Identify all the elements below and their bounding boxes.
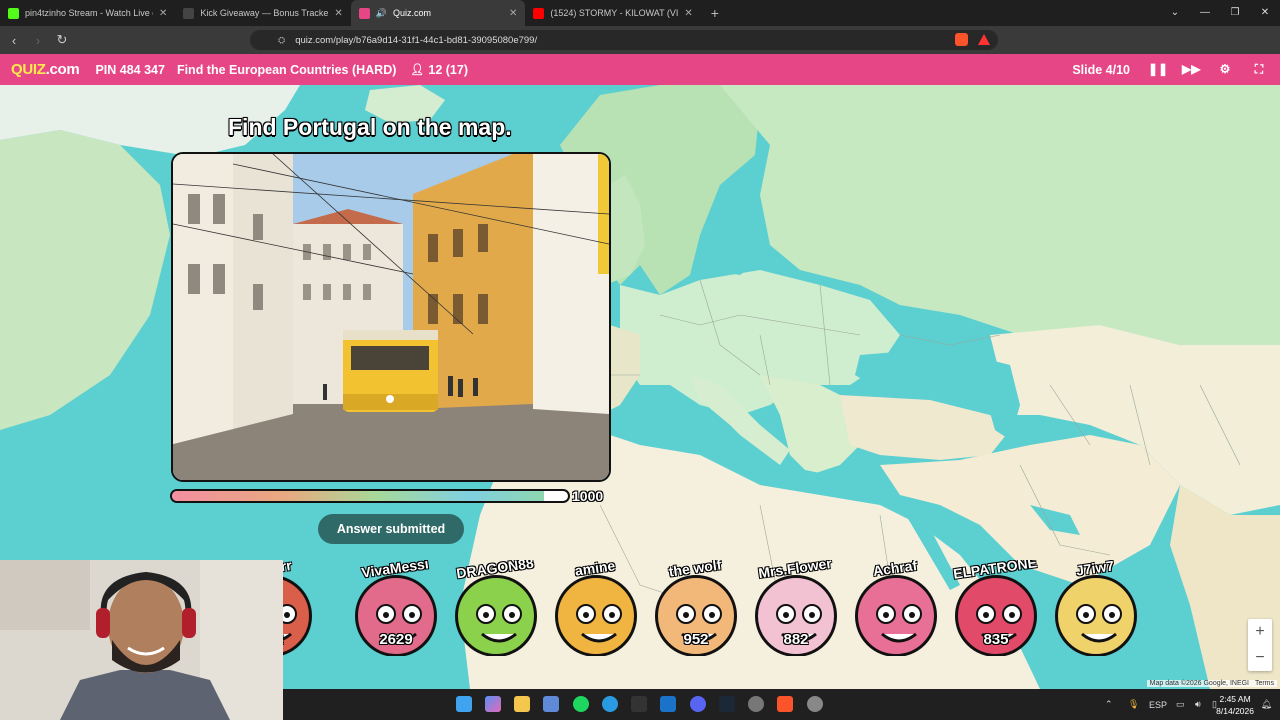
player-avatars-row: rrrrrrrr322 VivaMessi2629DRAGON88aminethe… — [283, 560, 1163, 656]
close-tab-icon[interactable]: ✕ — [159, 8, 167, 19]
zoom-in-button[interactable]: + — [1248, 619, 1272, 645]
address-toolbar: ‹ › ↻ ⌑ ⛭ quiz.com/play/b76a9d14-31f1-44… — [0, 26, 1280, 69]
game-pin: PIN 484 347 — [95, 62, 165, 77]
epic-games-icon[interactable] — [631, 696, 647, 712]
url-text: quiz.com/play/b76a9d14-31f1-44c1-bd81-39… — [295, 34, 538, 46]
tab-title: pin4tzinho Stream - Watch Live on Kick — [25, 8, 153, 18]
steam-icon[interactable] — [719, 696, 735, 712]
tab-kick-giveaway[interactable]: Kick Giveaway — Bonus Tracker | Bon ✕ — [175, 0, 350, 26]
player-avatar: the wolf 952 — [650, 560, 740, 656]
url-bar[interactable]: ⛭ quiz.com/play/b76a9d14-31f1-44c1-bd81-… — [250, 30, 998, 50]
new-tab-button[interactable]: + — [701, 5, 729, 21]
question-text: Find Portugal on the map. — [228, 114, 512, 140]
close-tab-icon[interactable]: ✕ — [509, 8, 517, 19]
player-avatar: amine — [550, 560, 640, 656]
map-zoom-control: + − — [1248, 619, 1272, 671]
brave-icon[interactable] — [777, 696, 793, 712]
close-window-button[interactable]: ✕ — [1250, 0, 1280, 26]
windows-start-icon[interactable] — [456, 696, 472, 712]
close-tab-icon[interactable]: ✕ — [684, 8, 692, 19]
tab-search-icon[interactable]: ⌄ — [1160, 0, 1190, 26]
brave-shields-icon[interactable] — [955, 33, 968, 46]
streamer-webcam-image — [0, 560, 283, 720]
volume-icon[interactable]: 🔊︎ — [1195, 689, 1201, 720]
webcam-overlay — [0, 560, 283, 720]
zoom-out-button[interactable]: − — [1248, 645, 1272, 671]
edge-icon[interactable] — [602, 696, 618, 712]
kick-favicon-icon — [183, 7, 195, 19]
timer-bar — [170, 489, 570, 503]
youtube-favicon-icon — [533, 7, 545, 19]
player-points: 835 — [983, 631, 1009, 648]
player-avatar: rrrrrrrr322 — [283, 560, 315, 656]
browser-tab-strip: pin4tzinho Stream - Watch Live on Kick ✕… — [0, 0, 1280, 26]
answer-status-badge: Answer submitted — [318, 514, 464, 544]
close-tab-icon[interactable]: ✕ — [334, 8, 342, 19]
tab-title: Quiz.com — [393, 8, 432, 18]
avatar-face — [555, 575, 637, 656]
discord-icon[interactable] — [690, 696, 706, 712]
player-avatar: J7iw7 — [1050, 560, 1140, 656]
player-avatar: VivaMessi 2629 — [350, 560, 440, 656]
settings-gear-icon[interactable]: ⚙ — [1216, 62, 1234, 77]
player-count: 👤︎ 12 (17) — [410, 62, 468, 77]
kick-favicon-icon — [8, 7, 19, 19]
reload-icon[interactable]: ↻ — [52, 32, 72, 48]
photo-illustration — [173, 154, 609, 480]
outlook-icon[interactable] — [660, 696, 676, 712]
settings-icon[interactable] — [807, 696, 823, 712]
tab-quiz[interactable]: 🔊 Quiz.com ✕ — [350, 0, 526, 26]
chrome-icon[interactable] — [748, 696, 764, 712]
taskbar-clock[interactable]: 2:45 AM 8/14/2026 — [1216, 693, 1254, 717]
site-info-icon[interactable]: ⛭ — [278, 35, 285, 46]
avatar-face — [1055, 575, 1137, 656]
score-value: 1000 — [572, 488, 604, 504]
minimize-button[interactable]: — — [1190, 0, 1220, 26]
fullscreen-icon[interactable]: ⛶ — [1250, 62, 1268, 77]
store-icon[interactable] — [543, 696, 559, 712]
tab-kick-stream[interactable]: pin4tzinho Stream - Watch Live on Kick ✕ — [0, 0, 175, 26]
map-terms-link[interactable]: Terms — [1251, 680, 1277, 687]
quiz-controls: ❚❚ ▶▶ ⚙ ⛶ — [1148, 62, 1268, 77]
audio-icon[interactable]: 🔊 — [376, 8, 387, 19]
window-controls: ⌄ — ❐ ✕ — [1160, 0, 1280, 26]
player-points: 952 — [683, 631, 709, 648]
quiz-title: Find the European Countries (HARD) — [176, 62, 397, 77]
player-avatar: Achraf — [850, 560, 940, 656]
file-explorer-icon[interactable] — [514, 696, 530, 712]
microphone-icon[interactable]: 🎙︎ — [1128, 689, 1139, 720]
map-credit: Map data ©2026 Google, INEGI — [1146, 680, 1252, 687]
avatar-face — [455, 575, 537, 656]
tab-youtube[interactable]: (1524) STORMY - KILOWAT (VISUALIZ ✕ — [525, 0, 700, 26]
brave-rewards-icon[interactable] — [978, 34, 990, 45]
copilot-icon[interactable] — [485, 696, 501, 712]
maximize-button[interactable]: ❐ — [1220, 0, 1250, 26]
lisbon-tram-photo — [171, 152, 611, 482]
pause-icon[interactable]: ❚❚ — [1148, 62, 1168, 77]
person-icon: 👤︎ — [410, 64, 425, 76]
skip-icon[interactable]: ▶▶ — [1182, 62, 1200, 77]
tab-title: (1524) STORMY - KILOWAT (VISUALIZ — [550, 8, 679, 18]
player-points: 322 — [283, 631, 317, 648]
slide-counter: Slide 4/10 — [1072, 62, 1130, 77]
player-avatar: DRAGON88 — [450, 560, 540, 656]
tray-overflow-icon[interactable]: ⌃ — [1105, 689, 1113, 720]
quiz-logo[interactable]: QUIZ.com — [11, 61, 80, 78]
forward-icon[interactable]: › — [28, 33, 48, 48]
player-points: 882 — [783, 631, 809, 648]
back-icon[interactable]: ‹ — [4, 33, 24, 48]
language-indicator[interactable]: ESP — [1149, 689, 1167, 720]
quiz-favicon-icon — [358, 7, 370, 19]
avatar-face — [855, 575, 937, 656]
quiz-header: QUIZ.com PIN 484 347 Find the European C… — [0, 54, 1280, 85]
player-points: 2629 — [379, 631, 413, 648]
windows-taskbar: ⌃ 🎙︎ ESP ▭ 🔊︎ ▯ 2:45 AM 8/14/2026 🔔︎ — [283, 689, 1280, 720]
player-avatar: Mrs.Flower 882 — [750, 560, 840, 656]
spotify-icon[interactable] — [573, 696, 589, 712]
network-icon[interactable]: ▭ — [1176, 689, 1185, 720]
tab-title: Kick Giveaway — Bonus Tracker | Bon — [200, 8, 329, 18]
notification-icon[interactable]: 🔔︎ — [1261, 689, 1272, 720]
player-avatar: ELPATRONE 835 — [950, 560, 1040, 656]
timer-fill — [172, 491, 545, 501]
